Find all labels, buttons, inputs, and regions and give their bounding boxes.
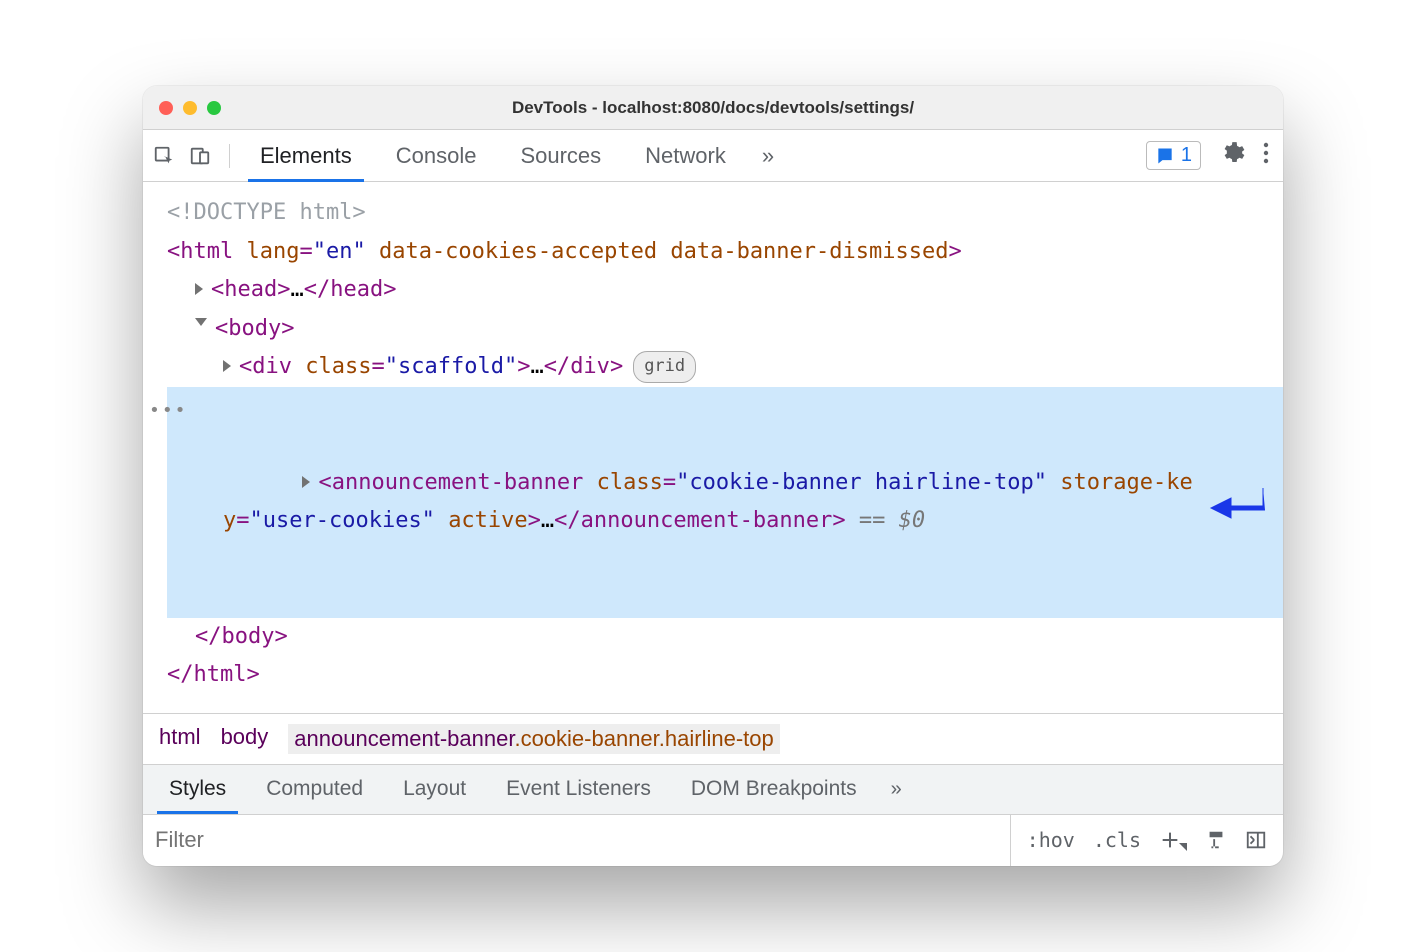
html-open-line[interactable]: <html lang="en" data-cookies-accepted da…	[167, 233, 1283, 272]
breadcrumb-item-body[interactable]: body	[221, 724, 269, 754]
html-close-line[interactable]: </html>	[167, 656, 1283, 695]
filter-tools: :hov .cls	[1011, 828, 1283, 852]
main-toolbar: Elements Console Sources Network » 1	[143, 130, 1283, 182]
expand-triangle-icon[interactable]	[302, 476, 310, 488]
overflow-dots-icon[interactable]: •••	[149, 395, 188, 427]
tab-network[interactable]: Network	[623, 130, 748, 181]
tab-console[interactable]: Console	[374, 130, 499, 181]
styles-subpanel-tabs: Styles Computed Layout Event Listeners D…	[143, 764, 1283, 814]
minimize-window-button[interactable]	[183, 101, 197, 115]
css-overview-button[interactable]	[1205, 829, 1227, 851]
subtab-dom-breakpoints[interactable]: DOM Breakpoints	[671, 765, 877, 814]
panel-tabs: Elements Console Sources Network »	[238, 130, 788, 181]
grid-badge[interactable]: grid	[633, 351, 696, 383]
styles-filter-input[interactable]	[143, 815, 1011, 866]
selection-arrow-icon	[1209, 482, 1265, 522]
subtab-computed[interactable]: Computed	[246, 765, 383, 814]
dom-tree[interactable]: <!DOCTYPE html> <html lang="en" data-coo…	[143, 182, 1283, 713]
styles-filter-bar: :hov .cls	[143, 814, 1283, 866]
toolbar-divider	[229, 144, 230, 168]
maximize-window-button[interactable]	[207, 101, 221, 115]
window-title: DevTools - localhost:8080/docs/devtools/…	[143, 98, 1283, 118]
expand-triangle-icon[interactable]	[195, 283, 203, 295]
add-rule-button[interactable]	[1159, 829, 1187, 851]
subtab-layout[interactable]: Layout	[383, 765, 486, 814]
inspect-element-icon[interactable]	[153, 145, 175, 167]
subtab-styles[interactable]: Styles	[149, 765, 246, 814]
head-line[interactable]: <head>…</head>	[167, 271, 1283, 310]
toolbar-right: 1	[1146, 140, 1283, 171]
subtab-event-listeners[interactable]: Event Listeners	[486, 765, 671, 814]
body-open-line[interactable]: <body>	[167, 310, 1283, 349]
subtab-more[interactable]: »	[877, 778, 916, 801]
more-tabs-button[interactable]: »	[748, 130, 788, 181]
traffic-lights	[159, 101, 221, 115]
device-toggle-icon[interactable]	[189, 145, 211, 167]
collapse-triangle-icon[interactable]	[195, 318, 207, 332]
tab-elements[interactable]: Elements	[238, 130, 374, 181]
tab-sources[interactable]: Sources	[498, 130, 623, 181]
issues-button[interactable]: 1	[1146, 141, 1201, 170]
devtools-window: DevTools - localhost:8080/docs/devtools/…	[143, 86, 1283, 866]
body-close-line[interactable]: </body>	[167, 618, 1283, 657]
doctype-line[interactable]: <!DOCTYPE html>	[167, 194, 1283, 233]
breadcrumb-item-html[interactable]: html	[159, 724, 201, 754]
more-options-button[interactable]	[1263, 141, 1269, 170]
inspect-tools	[143, 145, 221, 167]
div-scaffold-line[interactable]: <div class="scaffold">…</div>grid	[167, 348, 1283, 387]
close-window-button[interactable]	[159, 101, 173, 115]
issue-count: 1	[1181, 144, 1192, 167]
toggle-panel-button[interactable]	[1245, 829, 1267, 851]
hov-toggle[interactable]: :hov	[1027, 828, 1075, 852]
selected-node-line[interactable]: ••• <announcement-banner class="cookie-b…	[167, 387, 1283, 618]
expand-triangle-icon[interactable]	[223, 360, 231, 372]
breadcrumb-item-selected[interactable]: announcement-banner.cookie-banner.hairli…	[288, 724, 779, 754]
settings-button[interactable]	[1219, 140, 1245, 171]
cls-toggle[interactable]: .cls	[1093, 828, 1141, 852]
breadcrumb: html body announcement-banner.cookie-ban…	[143, 713, 1283, 764]
titlebar: DevTools - localhost:8080/docs/devtools/…	[143, 86, 1283, 130]
